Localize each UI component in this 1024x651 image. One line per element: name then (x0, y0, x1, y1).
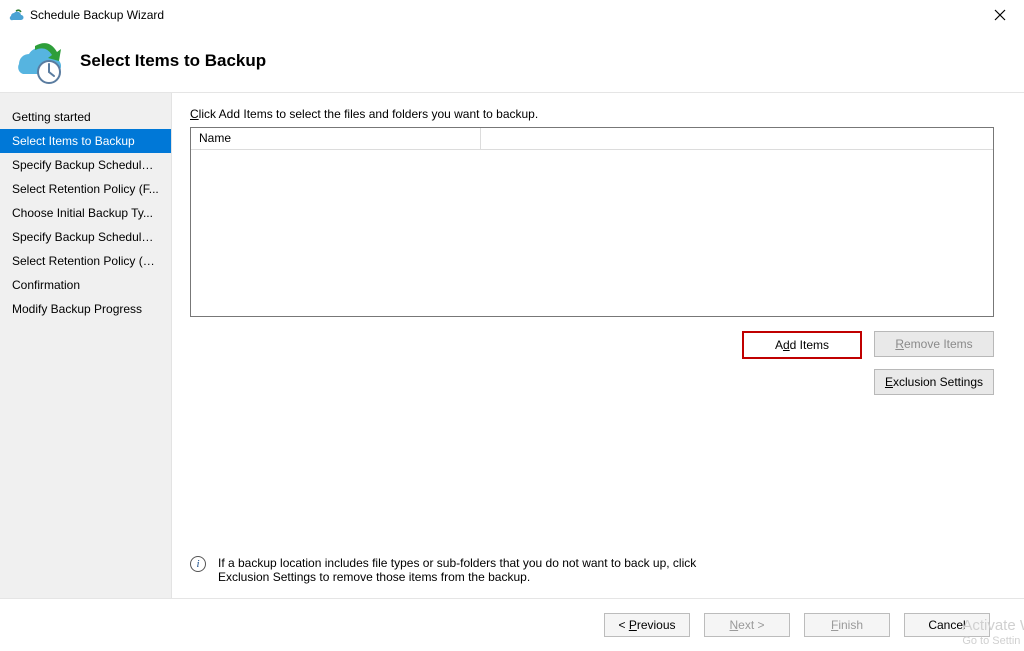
sidebar-item-confirmation[interactable]: Confirmation (0, 273, 171, 297)
info-row: i If a backup location includes file typ… (190, 556, 710, 584)
wizard-footer: < Previous Next > Finish Cancel Activate… (0, 598, 1024, 651)
item-buttons-row: Add Items Remove Items (190, 331, 994, 359)
instruction-rest: lick Add Items to select the files and f… (199, 107, 539, 121)
sidebar-item-initial-backup-type[interactable]: Choose Initial Backup Ty... (0, 201, 171, 225)
sidebar-item-getting-started[interactable]: Getting started (0, 105, 171, 129)
finish-button: Finish (804, 613, 890, 637)
title-bar: Schedule Backup Wizard (0, 0, 1024, 30)
exclusion-settings-button[interactable]: Exclusion Settings (874, 369, 994, 395)
sidebar-item-retention-f[interactable]: Select Retention Policy (F... (0, 177, 171, 201)
column-header-spacer (481, 128, 993, 149)
remove-items-button: Remove Items (874, 331, 994, 357)
sidebar-item-specify-schedule-2[interactable]: Specify Backup Schedule ... (0, 225, 171, 249)
header: Select Items to Backup (0, 30, 1024, 92)
column-header-name[interactable]: Name (191, 128, 481, 149)
previous-button[interactable]: < Previous (604, 613, 690, 637)
instruction-text: Click Add Items to select the files and … (190, 107, 994, 121)
page-title: Select Items to Backup (80, 51, 266, 71)
app-icon (8, 7, 24, 23)
add-items-button[interactable]: Add Items (742, 331, 862, 359)
main-panel: Click Add Items to select the files and … (172, 93, 1024, 598)
next-button: Next > (704, 613, 790, 637)
sidebar-item-modify-progress[interactable]: Modify Backup Progress (0, 297, 171, 321)
sidebar-item-select-items[interactable]: Select Items to Backup (0, 129, 171, 153)
sidebar-item-retention-s[interactable]: Select Retention Policy (S... (0, 249, 171, 273)
list-header: Name (191, 128, 993, 150)
body: Getting started Select Items to Backup S… (0, 92, 1024, 598)
wizard-steps-sidebar: Getting started Select Items to Backup S… (0, 93, 172, 598)
close-button[interactable] (984, 0, 1016, 30)
window-title: Schedule Backup Wizard (30, 8, 164, 22)
wizard-backup-icon (10, 33, 66, 89)
info-text: If a backup location includes file types… (218, 556, 710, 584)
sidebar-item-specify-schedule-1[interactable]: Specify Backup Schedule ... (0, 153, 171, 177)
cancel-button[interactable]: Cancel (904, 613, 990, 637)
items-listbox[interactable]: Name (190, 127, 994, 317)
info-icon: i (190, 556, 206, 572)
exclusion-row: Exclusion Settings (190, 369, 994, 395)
